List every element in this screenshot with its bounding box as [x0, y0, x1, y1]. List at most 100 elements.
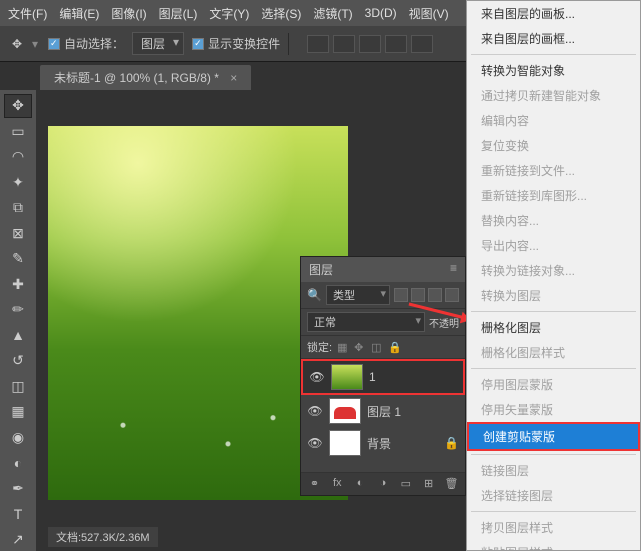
lock-position-icon[interactable]: ✥ — [354, 341, 366, 353]
tab-title: 未标题-1 @ 100% (1, RGB/8) * — [54, 71, 219, 85]
move-tool-icon: ✥ — [8, 35, 26, 53]
align-icons — [307, 35, 433, 53]
menu-filter[interactable]: 滤镜(T) — [313, 5, 352, 22]
context-menu-item[interactable]: 来自图层的画框... — [467, 26, 640, 51]
menu-image[interactable]: 图像(I) — [111, 5, 146, 22]
group-icon[interactable]: ▭ — [399, 477, 413, 491]
context-menu-item: 通过拷贝新建智能对象 — [467, 83, 640, 108]
pen-tool[interactable]: ✒ — [4, 477, 32, 501]
menu-edit[interactable]: 编辑(E) — [59, 5, 99, 22]
context-menu-item: 栅格化图层样式 — [467, 340, 640, 365]
layer-thumbnail[interactable] — [329, 430, 361, 456]
align-icon[interactable] — [333, 35, 355, 53]
panel-menu-icon[interactable]: ≡ — [450, 261, 457, 278]
layer-list: 👁 1 👁 图层 1 👁 背景 🔒 — [301, 359, 465, 472]
dodge-tool[interactable]: ◐ — [4, 451, 32, 475]
link-icon[interactable]: ⚭ — [307, 477, 321, 491]
auto-select-dropdown[interactable]: 图层 — [132, 32, 184, 55]
gradient-tool[interactable]: ▦ — [4, 400, 32, 424]
mask-icon[interactable]: ◐ — [353, 477, 367, 491]
auto-select-label: 自动选择： — [64, 35, 124, 52]
move-tool[interactable]: ✥ — [4, 94, 32, 118]
healing-tool[interactable]: ✚ — [4, 273, 32, 297]
filter-icons — [394, 288, 459, 302]
blur-tool[interactable]: ◉ — [4, 426, 32, 450]
new-layer-icon[interactable]: ⊞ — [422, 477, 436, 491]
filter-adjust-icon[interactable] — [411, 288, 425, 302]
layer-filter-row: 🔍 类型 — [301, 282, 465, 309]
context-menu-item: 导出内容... — [467, 233, 640, 258]
show-transform-checkbox[interactable] — [192, 38, 204, 50]
lock-icon: 🔒 — [444, 436, 459, 450]
lock-label: 锁定: — [307, 339, 332, 355]
visibility-icon[interactable]: 👁 — [307, 404, 323, 418]
context-menu-item[interactable]: 转换为智能对象 — [467, 58, 640, 83]
layer-item[interactable]: 👁 1 — [301, 359, 465, 395]
lock-all-icon[interactable]: 🔒 — [388, 341, 400, 353]
align-icon[interactable] — [411, 35, 433, 53]
align-icon[interactable] — [385, 35, 407, 53]
show-transform-label: 显示变换控件 — [208, 35, 280, 52]
context-menu-item: 重新链接到文件... — [467, 158, 640, 183]
layer-name[interactable]: 背景 — [367, 435, 391, 452]
layers-panel-label: 图层 — [309, 261, 333, 278]
visibility-icon[interactable]: 👁 — [307, 436, 323, 450]
align-icon[interactable] — [359, 35, 381, 53]
visibility-icon[interactable]: 👁 — [309, 370, 325, 384]
fx-icon[interactable]: fx — [330, 477, 344, 491]
chevron-down-icon[interactable]: ▾ — [32, 37, 38, 51]
eyedropper-tool[interactable]: ✎ — [4, 247, 32, 271]
menu-select[interactable]: 选择(S) — [261, 5, 301, 22]
context-menu: 来自图层的画板...来自图层的画框...转换为智能对象通过拷贝新建智能对象编辑内… — [466, 0, 641, 551]
context-menu-item: 复位变换 — [467, 133, 640, 158]
context-menu-item[interactable]: 来自图层的画板... — [467, 1, 640, 26]
filter-type-dropdown[interactable]: 类型 — [326, 285, 390, 305]
blend-mode-dropdown[interactable]: 正常 — [307, 312, 425, 332]
quick-select-tool[interactable]: ✦ — [4, 171, 32, 195]
filter-shape-icon[interactable] — [445, 288, 459, 302]
document-tab[interactable]: 未标题-1 @ 100% (1, RGB/8) * × — [40, 65, 251, 90]
align-icon[interactable] — [307, 35, 329, 53]
history-brush-tool[interactable]: ↺ — [4, 349, 32, 373]
context-menu-item: 粘贴图层样式 — [467, 540, 640, 551]
marquee-tool[interactable]: ▭ — [4, 120, 32, 144]
menu-view[interactable]: 视图(V) — [409, 5, 449, 22]
type-tool[interactable]: T — [4, 502, 32, 526]
eraser-tool[interactable]: ◫ — [4, 375, 32, 399]
adjustment-icon[interactable]: ◑ — [376, 477, 390, 491]
auto-select-checkbox[interactable] — [48, 38, 60, 50]
separator — [288, 33, 289, 55]
menu-layer[interactable]: 图层(L) — [159, 5, 198, 22]
context-menu-item: 选择链接图层 — [467, 483, 640, 508]
layer-thumbnail[interactable] — [329, 398, 361, 424]
layer-name[interactable]: 图层 1 — [367, 403, 401, 420]
layers-panel: 图层 ≡ 🔍 类型 正常 不透明 锁定: ▦ ✥ ◫ 🔒 👁 1 👁 图层 1 — [300, 256, 466, 496]
lasso-tool[interactable]: ◠ — [4, 145, 32, 169]
menu-text[interactable]: 文字(Y) — [209, 5, 249, 22]
context-menu-item[interactable]: 创建剪贴蒙版 — [467, 422, 640, 451]
context-menu-item[interactable]: 栅格化图层 — [467, 315, 640, 340]
context-menu-item: 重新链接到库图形... — [467, 183, 640, 208]
lock-artboard-icon[interactable]: ◫ — [371, 341, 383, 353]
context-menu-item: 替换内容... — [467, 208, 640, 233]
path-tool[interactable]: ↗ — [4, 528, 32, 551]
layer-item[interactable]: 👁 图层 1 — [301, 395, 465, 427]
layers-panel-footer: ⚭ fx ◐ ◑ ▭ ⊞ 🗑 — [301, 472, 465, 495]
trash-icon[interactable]: 🗑 — [444, 477, 458, 491]
close-icon[interactable]: × — [230, 71, 237, 85]
menu-file[interactable]: 文件(F) — [8, 5, 47, 22]
layer-item[interactable]: 👁 背景 🔒 — [301, 427, 465, 459]
menu-3d[interactable]: 3D(D) — [365, 6, 397, 20]
separator — [471, 311, 636, 312]
filter-pixel-icon[interactable] — [394, 288, 408, 302]
frame-tool[interactable]: ⊠ — [4, 222, 32, 246]
layer-name[interactable]: 1 — [369, 370, 376, 384]
lock-pixels-icon[interactable]: ▦ — [337, 341, 349, 353]
stamp-tool[interactable]: ▲ — [4, 324, 32, 348]
brush-tool[interactable]: ✏ — [4, 298, 32, 322]
crop-tool[interactable]: ⧉ — [4, 196, 32, 220]
separator — [471, 454, 636, 455]
context-menu-item: 停用矢量蒙版 — [467, 397, 640, 422]
filter-text-icon[interactable] — [428, 288, 442, 302]
layer-thumbnail[interactable] — [331, 364, 363, 390]
